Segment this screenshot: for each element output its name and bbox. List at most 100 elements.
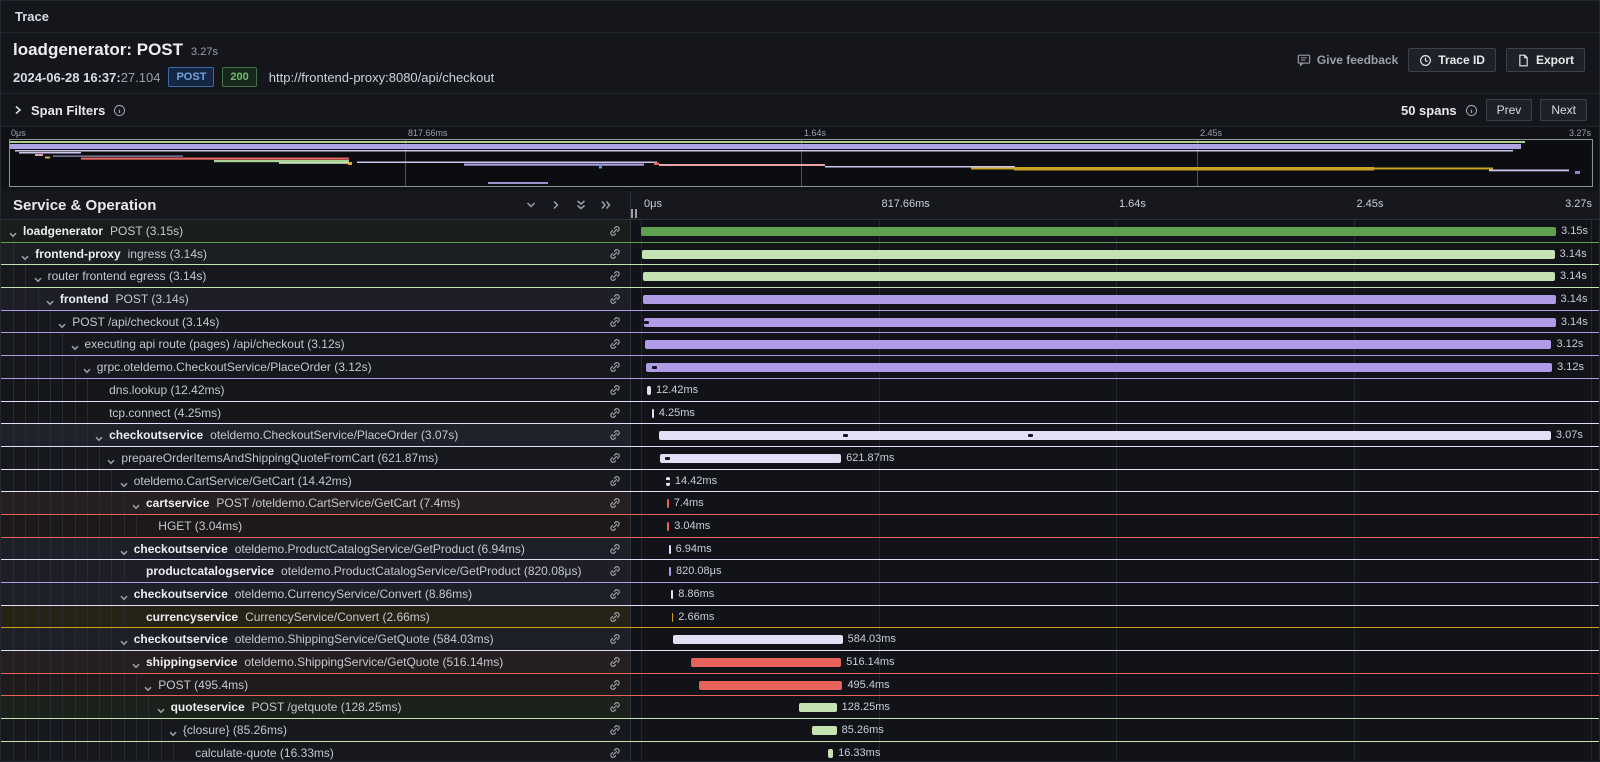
span-bar[interactable] [691,658,841,667]
span-name-cell[interactable]: POST /api/checkout (3.14s) [1,311,631,333]
span-timeline-cell[interactable]: 85.26ms [631,719,1599,741]
chevron-down-icon[interactable] [20,250,30,265]
span-timeline-cell[interactable]: 16.33ms [631,742,1599,762]
span-row[interactable]: checkoutserviceoteldemo.CheckoutService/… [1,424,1599,447]
chevron-down-icon[interactable] [8,227,18,242]
span-name-cell[interactable]: HGET (3.04ms) [1,515,631,537]
span-bar[interactable] [671,590,674,599]
span-row[interactable]: shippingserviceoteldemo.ShippingService/… [1,651,1599,674]
chevron-down-icon[interactable] [119,477,129,492]
span-row[interactable]: prepareOrderItemsAndShippingQuoteFromCar… [1,447,1599,470]
span-bar[interactable] [659,431,1551,440]
export-button[interactable]: Export [1506,48,1585,72]
span-filters-toggle[interactable]: Span Filters [13,103,126,118]
span-bar[interactable] [699,681,843,690]
span-timeline-cell[interactable]: 6.94ms [631,538,1599,560]
span-timeline-cell[interactable]: 12.42ms [631,379,1599,401]
span-bar[interactable] [799,703,836,712]
span-name-cell[interactable]: tcp.connect (4.25ms) [1,402,631,424]
span-name-cell[interactable]: {closure} (85.26ms) [1,719,631,741]
span-bar[interactable] [641,227,1556,236]
span-row[interactable]: HGET (3.04ms) 3.04ms [1,515,1599,538]
span-link-icon[interactable] [608,337,622,355]
span-bar[interactable] [642,250,1554,259]
chevron-down-icon[interactable] [45,295,55,310]
span-name-cell[interactable]: oteldemo.CartService/GetCart (14.42ms) [1,470,631,492]
span-bar[interactable] [652,409,654,418]
span-row[interactable]: productcatalogserviceoteldemo.ProductCat… [1,560,1599,583]
span-link-icon[interactable] [608,496,622,514]
span-name-cell[interactable]: calculate-quote (16.33ms) [1,742,631,762]
span-name-cell[interactable]: loadgeneratorPOST (3.15s) [1,220,631,242]
span-row[interactable]: executing api route (pages) /api/checkou… [1,333,1599,356]
span-name-cell[interactable]: productcatalogserviceoteldemo.ProductCat… [1,560,631,582]
chevron-down-icon[interactable] [143,681,153,696]
span-name-cell[interactable]: checkoutserviceoteldemo.CheckoutService/… [1,424,631,446]
span-bar[interactable] [644,318,1556,327]
span-link-icon[interactable] [608,292,622,310]
give-feedback-link[interactable]: Give feedback [1297,53,1398,67]
span-link-icon[interactable] [608,587,622,605]
span-name-cell[interactable]: frontendPOST (3.14s) [1,288,631,310]
span-bar[interactable] [669,545,671,554]
span-name-cell[interactable]: checkoutserviceoteldemo.ShippingService/… [1,628,631,650]
collapse-all-icon[interactable] [575,199,587,211]
span-link-icon[interactable] [608,474,622,492]
span-link-icon[interactable] [608,451,622,469]
span-link-icon[interactable] [608,247,622,265]
span-bar[interactable] [660,454,841,463]
span-row[interactable]: router frontend egress (3.14s) 3.14s [1,265,1599,288]
span-row[interactable]: frontend-proxyingress (3.14s) 3.14s [1,243,1599,266]
chevron-down-icon[interactable] [168,726,178,741]
span-link-icon[interactable] [608,746,622,762]
span-bar[interactable] [645,340,1551,349]
span-bar[interactable] [673,635,843,644]
span-name-cell[interactable]: checkoutserviceoteldemo.ProductCatalogSe… [1,538,631,560]
span-timeline-cell[interactable]: 3.15s [631,220,1599,242]
span-name-cell[interactable]: dns.lookup (12.42ms) [1,379,631,401]
span-name-cell[interactable]: currencyserviceCurrencyService/Convert (… [1,606,631,628]
span-link-icon[interactable] [608,723,622,741]
span-timeline-cell[interactable]: 621.87ms [631,447,1599,469]
span-name-cell[interactable]: router frontend egress (3.14s) [1,265,631,287]
trace-id-button[interactable]: Trace ID [1408,48,1496,72]
span-bar[interactable] [667,499,669,508]
span-link-icon[interactable] [608,564,622,582]
span-link-icon[interactable] [608,360,622,378]
span-row[interactable]: POST (495.4ms) 495.4ms [1,674,1599,697]
span-link-icon[interactable] [608,542,622,560]
span-link-icon[interactable] [608,315,622,333]
span-timeline-cell[interactable]: 495.4ms [631,674,1599,696]
span-row[interactable]: checkoutserviceoteldemo.CurrencyService/… [1,583,1599,606]
next-span-button[interactable]: Next [1540,99,1587,121]
span-timeline-cell[interactable]: 3.14s [631,311,1599,333]
span-name-cell[interactable]: grpc.oteldemo.CheckoutService/PlaceOrder… [1,356,631,378]
span-timeline-cell[interactable]: 3.04ms [631,515,1599,537]
span-row[interactable]: frontendPOST (3.14s) 3.14s [1,288,1599,311]
expand-all-icon[interactable] [600,199,612,211]
chevron-down-icon[interactable] [119,590,129,605]
span-name-cell[interactable]: frontend-proxyingress (3.14s) [1,243,631,265]
span-link-icon[interactable] [608,224,622,242]
chevron-down-icon[interactable] [119,545,129,560]
span-timeline-cell[interactable]: 3.12s [631,333,1599,355]
span-name-cell[interactable]: POST (495.4ms) [1,674,631,696]
span-row[interactable]: POST /api/checkout (3.14s) 3.14s [1,311,1599,334]
span-name-cell[interactable]: executing api route (pages) /api/checkou… [1,333,631,355]
span-row[interactable]: currencyserviceCurrencyService/Convert (… [1,606,1599,629]
span-row[interactable]: checkoutserviceoteldemo.ShippingService/… [1,628,1599,651]
span-link-icon[interactable] [608,700,622,718]
span-timeline-cell[interactable]: 4.25ms [631,402,1599,424]
span-row[interactable]: calculate-quote (16.33ms) 16.33ms [1,742,1599,762]
collapse-one-icon[interactable] [525,199,537,211]
chevron-down-icon[interactable] [131,658,141,673]
span-timeline-cell[interactable]: 516.14ms [631,651,1599,673]
span-bar[interactable] [669,567,671,576]
span-row[interactable]: oteldemo.CartService/GetCart (14.42ms) 1… [1,470,1599,493]
span-link-icon[interactable] [608,632,622,650]
span-timeline-cell[interactable]: 8.86ms [631,583,1599,605]
span-timeline-cell[interactable]: 2.66ms [631,606,1599,628]
span-bar[interactable] [643,272,1555,281]
span-bar[interactable] [643,295,1555,304]
span-link-icon[interactable] [608,519,622,537]
